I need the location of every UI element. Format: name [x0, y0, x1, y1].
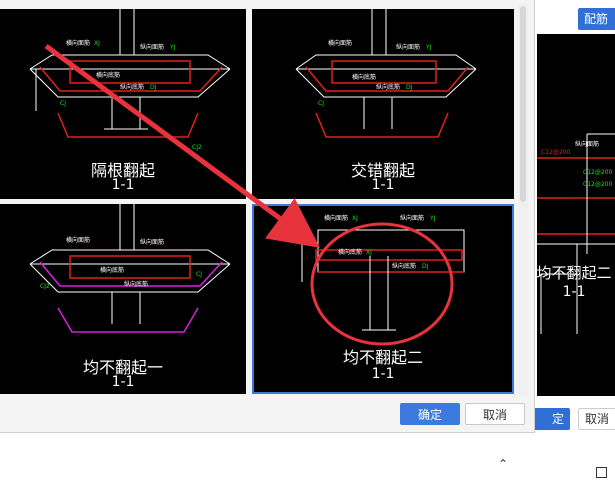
- maximize-icon[interactable]: [596, 467, 607, 478]
- red-arrow: [44, 43, 321, 248]
- chevron-up-icon[interactable]: ⌃: [498, 458, 510, 470]
- red-circle: [310, 222, 454, 346]
- ok-button[interactable]: 确定: [400, 403, 460, 425]
- bottom-bar: [0, 433, 537, 480]
- cancel-button[interactable]: 取消: [465, 403, 525, 425]
